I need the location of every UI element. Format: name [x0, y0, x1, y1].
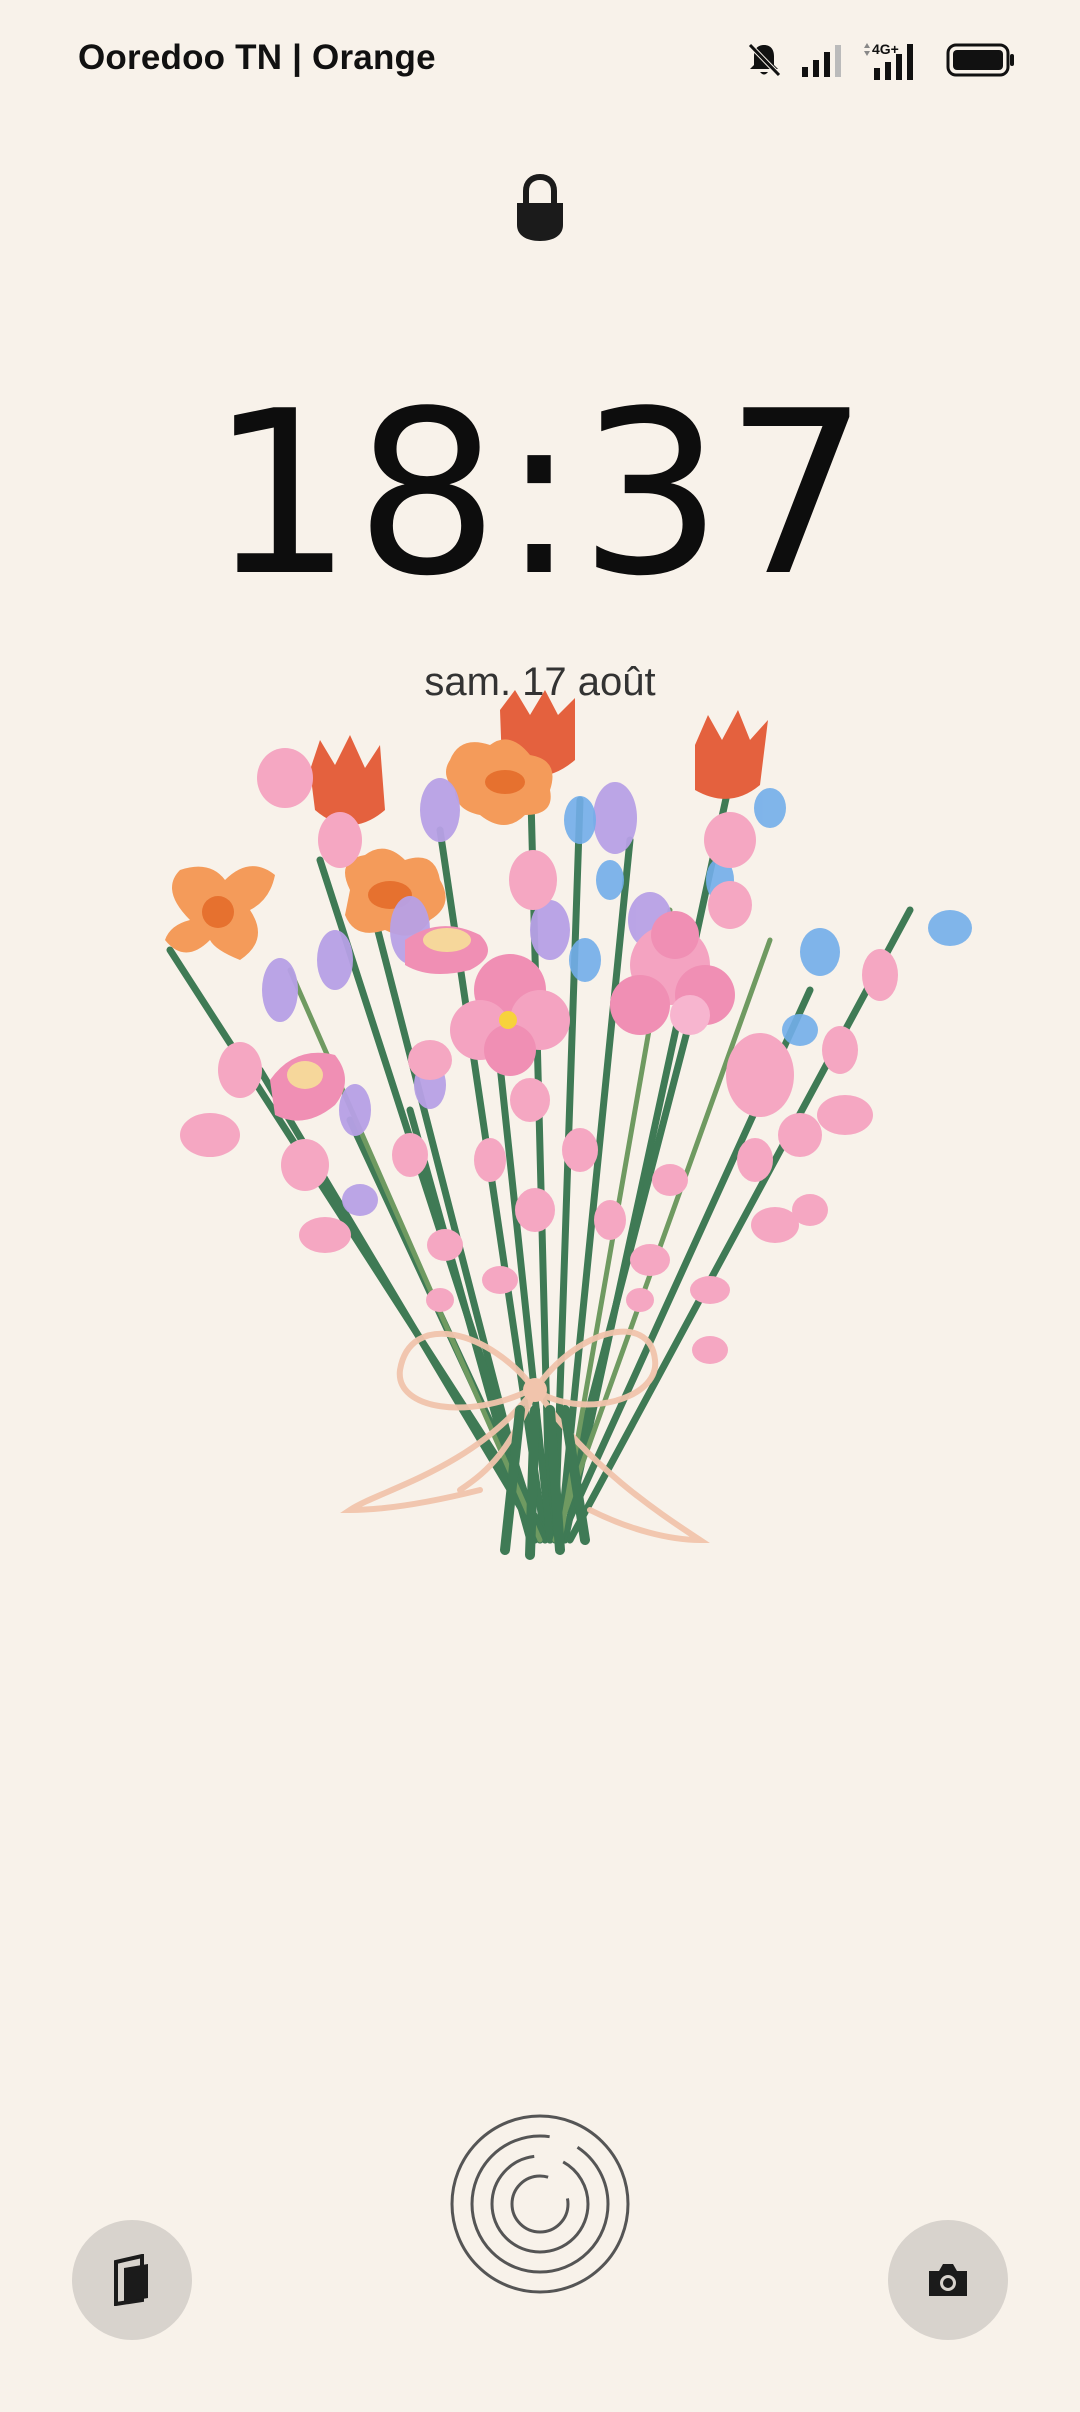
camera-button[interactable]	[888, 2220, 1008, 2340]
wallet-button[interactable]	[72, 2220, 192, 2340]
status-icons: 4G+	[746, 40, 1016, 80]
battery-icon	[946, 43, 1014, 77]
signal-4g-icon: 4G+	[864, 41, 913, 80]
signal-icon	[802, 45, 841, 77]
wallet-icon	[114, 2254, 148, 2306]
wallpaper-bouquet-illustration	[165, 690, 972, 1560]
clock-time: 18:37	[209, 363, 871, 626]
network-type-label: 4G+	[872, 41, 899, 57]
notifications-off-icon	[748, 43, 781, 77]
carrier-name: Ooredoo TN | Orange	[78, 38, 436, 77]
status-bar: Ooredoo TN | Orange 4G+	[0, 0, 1080, 125]
lock-screen: Ooredoo TN | Orange 4G+ 18:37 sam. 17 ao…	[0, 0, 1080, 2412]
camera-icon	[929, 2264, 967, 2296]
lock-icon	[517, 173, 563, 241]
fingerprint-icon[interactable]	[449, 2113, 631, 2295]
